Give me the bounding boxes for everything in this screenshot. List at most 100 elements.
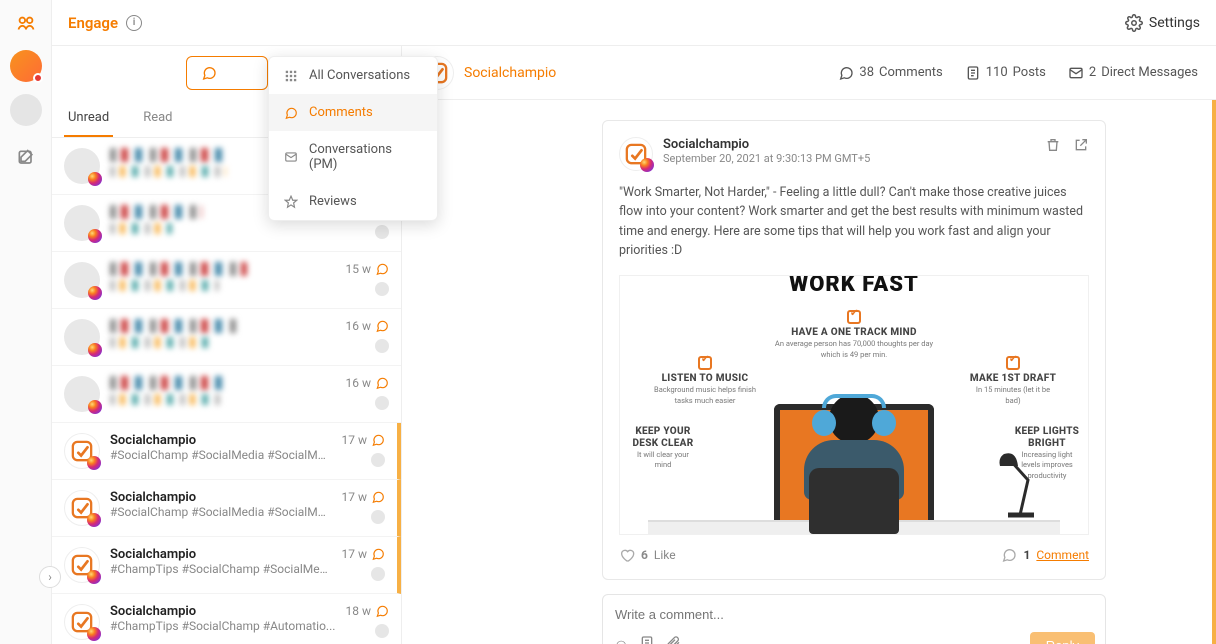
chat-icon (375, 262, 389, 276)
stat-comments-n: 38 (859, 65, 874, 80)
conversation-time: 17 w (342, 490, 385, 504)
conversation-avatar (64, 262, 100, 298)
reply-button[interactable]: Reply (1030, 632, 1095, 644)
workspace-avatar-1[interactable] (10, 50, 42, 82)
conversation-avatar (64, 604, 100, 640)
conversation-time: 17 w (342, 433, 385, 447)
conversation-snippet: #ChampTips #SocialChamp #SocialMedi... (110, 562, 332, 576)
status-dot (375, 225, 389, 239)
compose-icon[interactable] (12, 144, 40, 172)
conversation-name: Socialchampio (110, 547, 332, 562)
comment-input[interactable] (613, 603, 1095, 626)
conversation-item[interactable]: Socialchampio#SocialChamp #SocialMedia #… (52, 423, 401, 480)
conversation-item[interactable]: 16 w (52, 309, 401, 366)
star-icon (283, 195, 299, 209)
ig-cap2-title: LISTEN TO MUSIC (662, 373, 749, 384)
chat-icon (283, 106, 299, 120)
chat-icon (371, 433, 385, 447)
dd-all-label: All Conversations (309, 68, 410, 83)
attachment-icon[interactable] (665, 635, 681, 644)
workspace-avatar-2[interactable] (10, 94, 42, 126)
open-external-icon[interactable] (1073, 137, 1089, 153)
instagram-badge-icon (88, 400, 102, 414)
comment-box: ☺ Reply (602, 594, 1106, 644)
dd-reviews-label: Reviews (309, 194, 357, 209)
delete-post-icon[interactable] (1045, 137, 1061, 153)
conversation-item[interactable]: 16 w (52, 366, 401, 423)
chat-icon (201, 65, 217, 81)
post-author[interactable]: Socialchampio (663, 137, 870, 152)
status-dot (371, 510, 385, 524)
left-rail (0, 0, 52, 644)
status-dot (375, 339, 389, 353)
settings-label: Settings (1149, 15, 1200, 31)
dd-pm[interactable]: Conversations (PM) (269, 131, 437, 183)
dd-reviews[interactable]: Reviews (269, 183, 437, 220)
filter-dropdown-trigger[interactable] (186, 56, 268, 90)
ig-cap2-sub: Background music helps finish tasks much… (654, 385, 756, 405)
ig-cap4-title: KEEP YOUR DESK CLEAR (633, 426, 694, 449)
ig-cap3-sub: In 15 minutes (let it be bad) (976, 385, 1050, 405)
stat-posts-l: Posts (1013, 65, 1046, 80)
instagram-badge-icon (88, 229, 102, 243)
like-count[interactable]: 6 Like (619, 547, 676, 563)
conversation-avatar (64, 433, 100, 469)
conversation-item[interactable]: Socialchampio#ChampTips #SocialChamp #Au… (52, 594, 401, 644)
post-image: WORK FAST HAVE A ONE TRACK MIND An avera… (619, 275, 1089, 535)
detail-header: Socialchampio 38 Comments 110 Posts 2 Di… (402, 46, 1216, 100)
conversation-item[interactable]: Socialchampio#ChampTips #SocialChamp #So… (52, 537, 401, 594)
redacted-snippet (110, 280, 219, 291)
stat-comments[interactable]: 38 Comments (838, 65, 942, 81)
info-icon[interactable]: i (126, 15, 142, 31)
envelope-icon (1068, 65, 1084, 81)
gear-icon (1125, 14, 1143, 32)
grid-icon (283, 69, 299, 83)
stat-dm-n: 2 (1089, 65, 1096, 80)
stat-posts-n: 110 (986, 65, 1008, 80)
redacted-name (110, 205, 202, 219)
ig-chair (809, 468, 899, 534)
filter-dropdown: All Conversations Comments Conversations… (268, 56, 438, 221)
check-icon (1006, 356, 1020, 370)
instagram-badge-icon (88, 172, 102, 186)
stat-posts[interactable]: 110 Posts (965, 65, 1046, 81)
dd-comments-label: Comments (309, 105, 373, 120)
comment-count[interactable]: 1 Comment (1001, 547, 1089, 563)
stat-comments-l: Comments (879, 65, 943, 80)
ig-cap5-title: KEEP LIGHTS BRIGHT (1015, 426, 1079, 449)
conversation-time: 15 w (346, 262, 389, 276)
conversation-name: Socialchampio (110, 433, 332, 448)
emoji-icon[interactable]: ☺ (613, 635, 629, 644)
stat-dm[interactable]: 2 Direct Messages (1068, 65, 1198, 81)
conversation-avatar (64, 547, 100, 583)
document-icon[interactable] (639, 635, 655, 644)
tab-read[interactable]: Read (139, 100, 176, 137)
ig-heading: WORK FAST (620, 275, 1088, 292)
status-dot (375, 396, 389, 410)
conversation-snippet: #SocialChamp #SocialMedia #SocialMe... (110, 505, 332, 519)
account-name[interactable]: Socialchampio (464, 65, 556, 81)
chat-icon (371, 490, 385, 504)
engage-nav-icon[interactable] (12, 10, 40, 38)
detail-body[interactable]: Socialchampio September 20, 2021 at 9:30… (402, 100, 1216, 644)
conversation-name: Socialchampio (110, 490, 332, 505)
conversation-item[interactable]: 15 w (52, 252, 401, 309)
instagram-badge-icon (87, 456, 101, 470)
chat-icon (838, 65, 854, 81)
redacted-snippet (110, 394, 223, 405)
dd-comments[interactable]: Comments (269, 94, 437, 131)
top-bar: Engage i Settings (52, 0, 1216, 46)
page-title: Engage i (68, 14, 142, 32)
likes-n: 6 (641, 548, 648, 562)
conversation-item[interactable]: Socialchampio#SocialChamp #SocialMedia #… (52, 480, 401, 537)
check-icon (698, 356, 712, 370)
status-dot (371, 453, 385, 467)
tab-unread[interactable]: Unread (64, 100, 113, 137)
conversation-avatar (64, 319, 100, 355)
conversation-name: Socialchampio (110, 604, 336, 619)
dd-all-conversations[interactable]: All Conversations (269, 57, 437, 94)
instagram-badge-icon (640, 158, 654, 172)
settings-link[interactable]: Settings (1125, 14, 1200, 32)
heart-icon (619, 547, 635, 563)
instagram-badge-icon (87, 627, 101, 641)
